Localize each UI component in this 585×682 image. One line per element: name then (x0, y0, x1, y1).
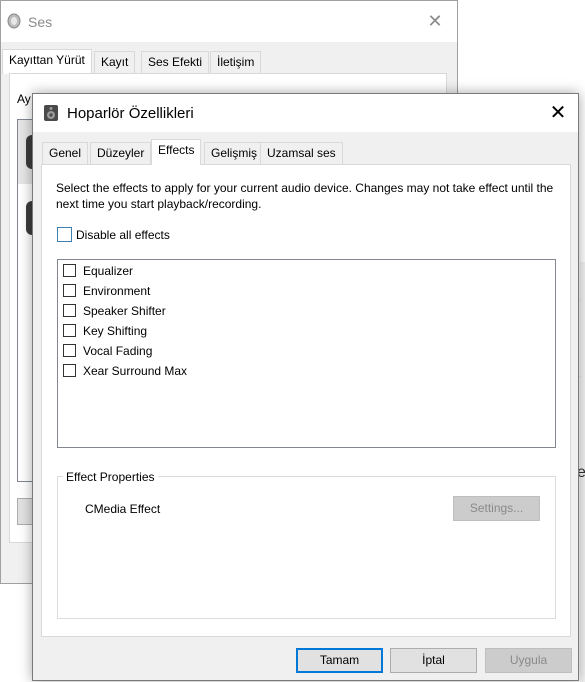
tab-effects[interactable]: Effects (151, 139, 202, 165)
settings-button[interactable]: Settings... (453, 496, 540, 521)
effects-description: Select the effects to apply for your cur… (56, 181, 554, 211)
tab-sound-effects[interactable]: Ses Efekti (141, 51, 210, 73)
tab-general[interactable]: Genel (42, 142, 89, 164)
close-icon[interactable]: ✕ (546, 101, 570, 125)
xear-surround-max-checkbox[interactable] (63, 364, 76, 377)
dialog-title: Hoparlör Özellikleri (67, 105, 194, 122)
effect-name: CMedia Effect (85, 502, 161, 516)
xear-surround-max-label: Xear Surround Max (83, 364, 188, 378)
ok-button[interactable]: Tamam (296, 648, 383, 673)
key-shifting-label: Key Shifting (83, 324, 148, 338)
vocal-fading-checkbox[interactable] (63, 344, 76, 357)
speaker-icon (44, 105, 58, 121)
partial-text: Ay (17, 92, 31, 106)
effect-properties-title: Effect Properties (63, 470, 158, 484)
disable-all-effects-label[interactable]: Disable all effects (76, 228, 170, 242)
tab-recording[interactable]: Kayıt (94, 51, 136, 73)
vocal-fading-label: Vocal Fading (83, 344, 153, 358)
apply-button[interactable]: Uygula (485, 648, 572, 673)
tab-advanced[interactable]: Gelişmiş (204, 142, 265, 164)
sound-window-titlebar (1, 1, 457, 42)
speaker-properties-dialog: Hoparlör Özellikleri ✕ Genel Düzeyler Ef… (32, 93, 579, 681)
tab-spatial-sound[interactable]: Uzamsal ses (260, 142, 343, 164)
disable-all-effects-checkbox[interactable] (57, 227, 72, 242)
key-shifting-checkbox[interactable] (63, 324, 76, 337)
equalizer-checkbox[interactable] (63, 264, 76, 277)
cancel-button[interactable]: İptal (390, 648, 477, 673)
equalizer-label: Equalizer (83, 264, 134, 278)
close-icon[interactable]: ✕ (425, 11, 445, 31)
tab-playback[interactable]: Kayıttan Yürüt (2, 49, 92, 74)
tab-communications[interactable]: İletişim (210, 51, 262, 73)
environment-label: Environment (83, 284, 151, 298)
speaker-shifter-label: Speaker Shifter (83, 304, 166, 318)
speaker-icon (7, 13, 21, 29)
tab-levels[interactable]: Düzeyler (90, 142, 152, 164)
environment-checkbox[interactable] (63, 284, 76, 297)
sound-window-title: Ses (28, 14, 53, 30)
speaker-shifter-checkbox[interactable] (63, 304, 76, 317)
